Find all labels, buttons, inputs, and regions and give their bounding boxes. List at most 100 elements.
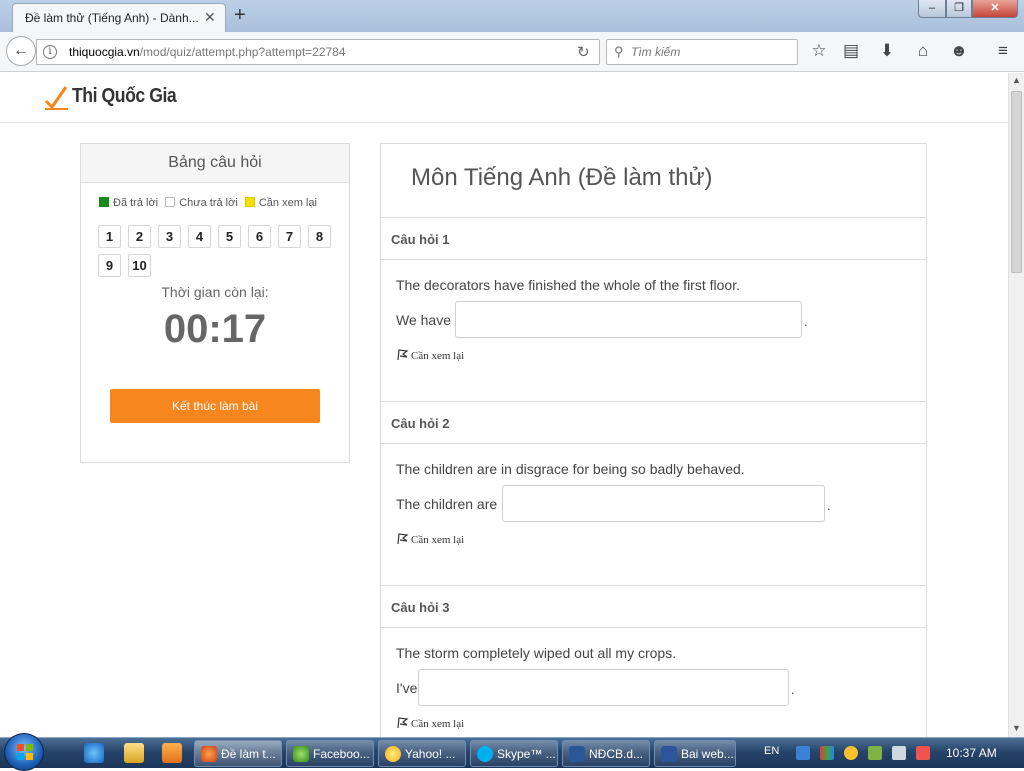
start-button[interactable] bbox=[4, 733, 44, 771]
browser-tab-active[interactable]: Đề làm thử (Tiếng Anh) - Dành... bbox=[12, 3, 226, 32]
question-block: Câu hỏi 3 The storm completely wiped out… bbox=[381, 585, 926, 737]
taskbar-item-firefox[interactable]: Đề làm t... bbox=[194, 740, 282, 767]
question-nav-button-3[interactable]: 3 bbox=[158, 225, 181, 248]
new-tab-button[interactable]: + bbox=[234, 4, 246, 27]
maximize-button[interactable]: ❐ bbox=[946, 0, 972, 18]
answer-input[interactable] bbox=[455, 301, 802, 338]
taskbar-item-word-1[interactable]: NĐCB.d... bbox=[562, 740, 650, 767]
question-nav-button-2[interactable]: 2 bbox=[128, 225, 151, 248]
file-explorer-icon[interactable] bbox=[124, 743, 144, 763]
close-window-button[interactable]: ✕ bbox=[972, 0, 1018, 18]
question-text: The children are in disgrace for being s… bbox=[396, 461, 745, 477]
ie-tray-icon[interactable] bbox=[796, 746, 810, 760]
app-tray-icon[interactable] bbox=[820, 746, 834, 760]
question-body: The storm completely wiped out all my cr… bbox=[381, 628, 926, 737]
question-nav-button-9[interactable]: 9 bbox=[98, 254, 121, 277]
search-icon: ⚲ bbox=[614, 44, 624, 59]
bookmark-star-icon[interactable]: ☆ bbox=[808, 41, 830, 61]
logo-checkmark-icon[interactable] bbox=[44, 85, 70, 111]
scrollbar-thumb[interactable] bbox=[1011, 91, 1022, 273]
question-nav-button-8[interactable]: 8 bbox=[308, 225, 331, 248]
flag-label: Cần xem lại bbox=[411, 718, 465, 730]
flag-icon bbox=[397, 533, 409, 545]
media-player-icon[interactable] bbox=[162, 743, 182, 763]
status-legend: Đã trả lời Chưa trả lời Cần xem lại bbox=[99, 197, 321, 209]
search-input[interactable] bbox=[631, 45, 791, 59]
flag-question-link[interactable]: Cần xem lại bbox=[397, 349, 464, 362]
quiz-title: Môn Tiếng Anh (Đề làm thử) bbox=[411, 164, 713, 191]
answer-input[interactable] bbox=[502, 485, 825, 522]
question-header: Câu hỏi 2 bbox=[381, 401, 926, 444]
scroll-up-icon[interactable]: ▲ bbox=[1012, 75, 1021, 85]
tab-close-icon[interactable]: ✕ bbox=[204, 9, 216, 26]
question-header: Câu hỏi 3 bbox=[381, 585, 926, 628]
address-bar[interactable]: i thiquocgia.vn/mod/quiz/attempt.php?att… bbox=[36, 39, 600, 65]
answered-swatch-icon bbox=[99, 197, 109, 207]
volume-muted-icon[interactable] bbox=[916, 746, 930, 760]
question-block: Câu hỏi 2 The children are in disgrace f… bbox=[381, 401, 926, 585]
info-icon[interactable]: i bbox=[43, 45, 57, 59]
minimize-button[interactable]: – bbox=[918, 0, 946, 18]
yahoo-messenger-icon bbox=[385, 746, 401, 762]
question-nav-button-1[interactable]: 1 bbox=[98, 225, 121, 248]
hello-smiley-icon[interactable]: ☻ bbox=[948, 41, 970, 61]
taskbar-item-yahoo[interactable]: Yahoo! ... bbox=[378, 740, 466, 767]
question-nav-button-5[interactable]: 5 bbox=[218, 225, 241, 248]
reading-list-icon[interactable]: ▤ bbox=[840, 41, 862, 61]
question-nav-button-4[interactable]: 4 bbox=[188, 225, 211, 248]
security-tray-icon[interactable] bbox=[868, 746, 882, 760]
back-button[interactable]: ← bbox=[6, 36, 36, 66]
quiz-navigation-card: Bảng câu hỏi Đã trả lời Chưa trả lời Cần… bbox=[80, 143, 350, 463]
scroll-down-icon[interactable]: ▼ bbox=[1012, 723, 1021, 733]
flag-icon bbox=[397, 717, 409, 729]
language-indicator[interactable]: EN bbox=[764, 745, 779, 757]
answer-suffix: . bbox=[791, 682, 795, 697]
question-nav-button-10[interactable]: 10 bbox=[128, 254, 151, 277]
network-tray-icon[interactable] bbox=[892, 746, 906, 760]
url-text[interactable]: thiquocgia.vn/mod/quiz/attempt.php?attem… bbox=[69, 45, 346, 59]
legend-unanswered: Chưa trả lời bbox=[165, 197, 238, 209]
question-body: The decorators have finished the whole o… bbox=[381, 260, 926, 401]
system-clock[interactable]: 10:37 AM bbox=[946, 746, 997, 760]
question-header: Câu hỏi 1 bbox=[381, 217, 926, 260]
taskbar-item-skype[interactable]: Skype™ ... bbox=[470, 740, 558, 767]
skype-icon bbox=[477, 746, 493, 762]
word-icon bbox=[661, 746, 677, 762]
quiz-navigation-title: Bảng câu hỏi bbox=[81, 144, 349, 183]
question-text: The decorators have finished the whole o… bbox=[396, 277, 740, 293]
page-content: Thi Quốc Gia Bảng câu hỏi Đã trả lời Chư… bbox=[0, 73, 1008, 737]
search-box[interactable]: ⚲ bbox=[606, 39, 798, 65]
tab-title: Đề làm thử (Tiếng Anh) - Dành... bbox=[25, 11, 199, 25]
url-host: thiquocgia.vn bbox=[69, 45, 140, 59]
flag-question-link[interactable]: Cần xem lại bbox=[397, 717, 464, 730]
page-scrollbar[interactable]: ▲ ▼ bbox=[1008, 73, 1024, 737]
answer-prefix: The children are bbox=[396, 496, 498, 512]
question-nav-button-6[interactable]: 6 bbox=[248, 225, 271, 248]
flag-question-link[interactable]: Cần xem lại bbox=[397, 533, 464, 546]
answer-prefix: I've bbox=[396, 680, 418, 696]
browser-toolbar: i thiquocgia.vn/mod/quiz/attempt.php?att… bbox=[0, 32, 1024, 72]
question-number-grid: 1 2 3 4 5 6 7 8 9 10 bbox=[98, 225, 338, 283]
question-nav-button-7[interactable]: 7 bbox=[278, 225, 301, 248]
chrome-icon bbox=[293, 746, 309, 762]
question-body: The children are in disgrace for being s… bbox=[381, 444, 926, 585]
reload-icon[interactable]: ↻ bbox=[577, 43, 590, 61]
taskbar-item-facebook[interactable]: Faceboo... bbox=[286, 740, 374, 767]
home-icon[interactable]: ⌂ bbox=[912, 41, 934, 61]
site-header: Thi Quốc Gia bbox=[0, 73, 1008, 123]
browser-title-bar: Đề làm thử (Tiếng Anh) - Dành... ✕ + – ❐… bbox=[0, 0, 1024, 32]
answer-suffix: . bbox=[804, 314, 808, 329]
menu-icon[interactable]: ≡ bbox=[992, 41, 1014, 61]
countdown-timer: 00:17 bbox=[163, 307, 267, 351]
answer-input[interactable] bbox=[418, 669, 789, 706]
finish-attempt-button[interactable]: Kết thúc làm bài bbox=[110, 389, 320, 423]
internet-explorer-icon[interactable] bbox=[84, 743, 104, 763]
question-block: Câu hỏi 1 The decorators have finished t… bbox=[381, 217, 926, 401]
taskbar-item-word-2[interactable]: Bai web.... bbox=[654, 740, 736, 767]
quiz-panel: Môn Tiếng Anh (Đề làm thử) Câu hỏi 1 The… bbox=[380, 143, 927, 737]
flag-label: Cần xem lại bbox=[411, 350, 465, 362]
word-icon bbox=[569, 746, 585, 762]
yahoo-tray-icon[interactable] bbox=[844, 746, 858, 760]
download-icon[interactable]: ⬇ bbox=[876, 41, 898, 61]
site-logo-text[interactable]: Thi Quốc Gia bbox=[72, 85, 177, 108]
